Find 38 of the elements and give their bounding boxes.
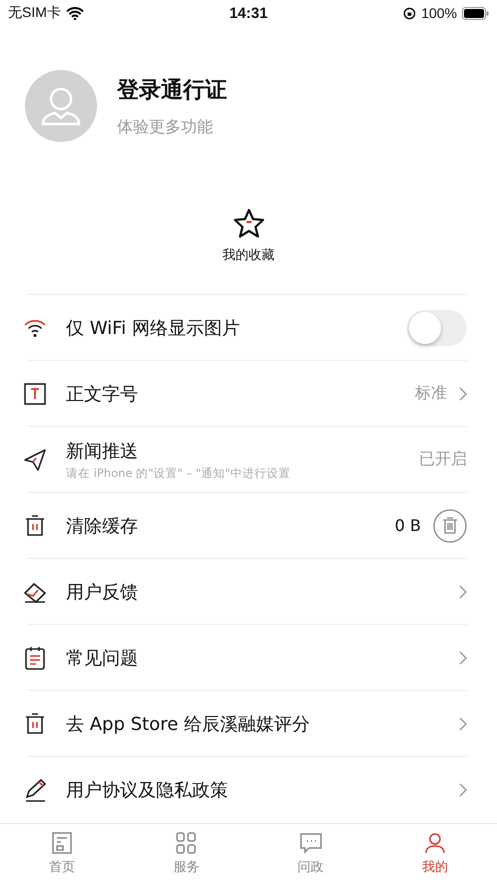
star-icon[interactable] xyxy=(232,208,264,238)
grid-icon xyxy=(174,832,198,854)
setting-label[interactable]: 清除缓存 xyxy=(66,514,395,538)
person-icon xyxy=(422,832,447,854)
chevron-icon xyxy=(459,584,467,598)
login-subtitle: 体验更多功能 xyxy=(117,116,214,138)
text-size-icon xyxy=(22,380,48,406)
setting-label[interactable]: 用户协议及隐私政策 xyxy=(66,778,447,802)
paper-plane-icon xyxy=(22,446,48,472)
wifi-icon xyxy=(66,6,84,20)
favorites-label[interactable]: 我的收藏 xyxy=(222,246,274,264)
tab[interactable]: 服务 xyxy=(124,824,248,883)
chevron-icon xyxy=(459,782,467,796)
setting-value: 标准 xyxy=(415,383,447,404)
chevron-icon xyxy=(459,716,467,730)
battery-icon xyxy=(462,6,489,20)
setting-label[interactable]: 正文字号 xyxy=(66,382,415,406)
newspaper-icon xyxy=(50,832,74,854)
setting-label[interactable]: 新闻推送 xyxy=(66,438,419,462)
setting-label[interactable]: 去 App Store 给辰溪融媒评分 xyxy=(66,712,447,736)
login-title[interactable]: 登录通行证 xyxy=(117,74,227,104)
toggle-switch[interactable] xyxy=(407,310,467,346)
setting-label[interactable]: 常见问题 xyxy=(66,646,447,670)
setting-label[interactable]: 用户反馈 xyxy=(66,580,447,604)
cache-size: 0 B xyxy=(394,516,421,535)
tab[interactable]: 问政 xyxy=(248,824,373,883)
notepad-icon xyxy=(22,644,48,670)
battery-percent: 100% xyxy=(421,5,457,21)
setting-label[interactable]: 仅 WiFi 网络显示图片 xyxy=(66,316,407,340)
chat-bubble-icon xyxy=(298,832,323,854)
tab[interactable]: 首页 xyxy=(0,824,124,883)
clock: 14:31 xyxy=(229,4,268,22)
setting-hint: 请在 iPhone 的"设置" – "通知"中进行设置 xyxy=(66,466,292,480)
chevron-icon xyxy=(459,650,467,664)
tab[interactable]: 我的 xyxy=(372,824,497,883)
trash-icon[interactable] xyxy=(433,508,467,542)
carrier: 无SIM卡 xyxy=(8,4,61,22)
setting-value: 已开启 xyxy=(419,449,467,470)
